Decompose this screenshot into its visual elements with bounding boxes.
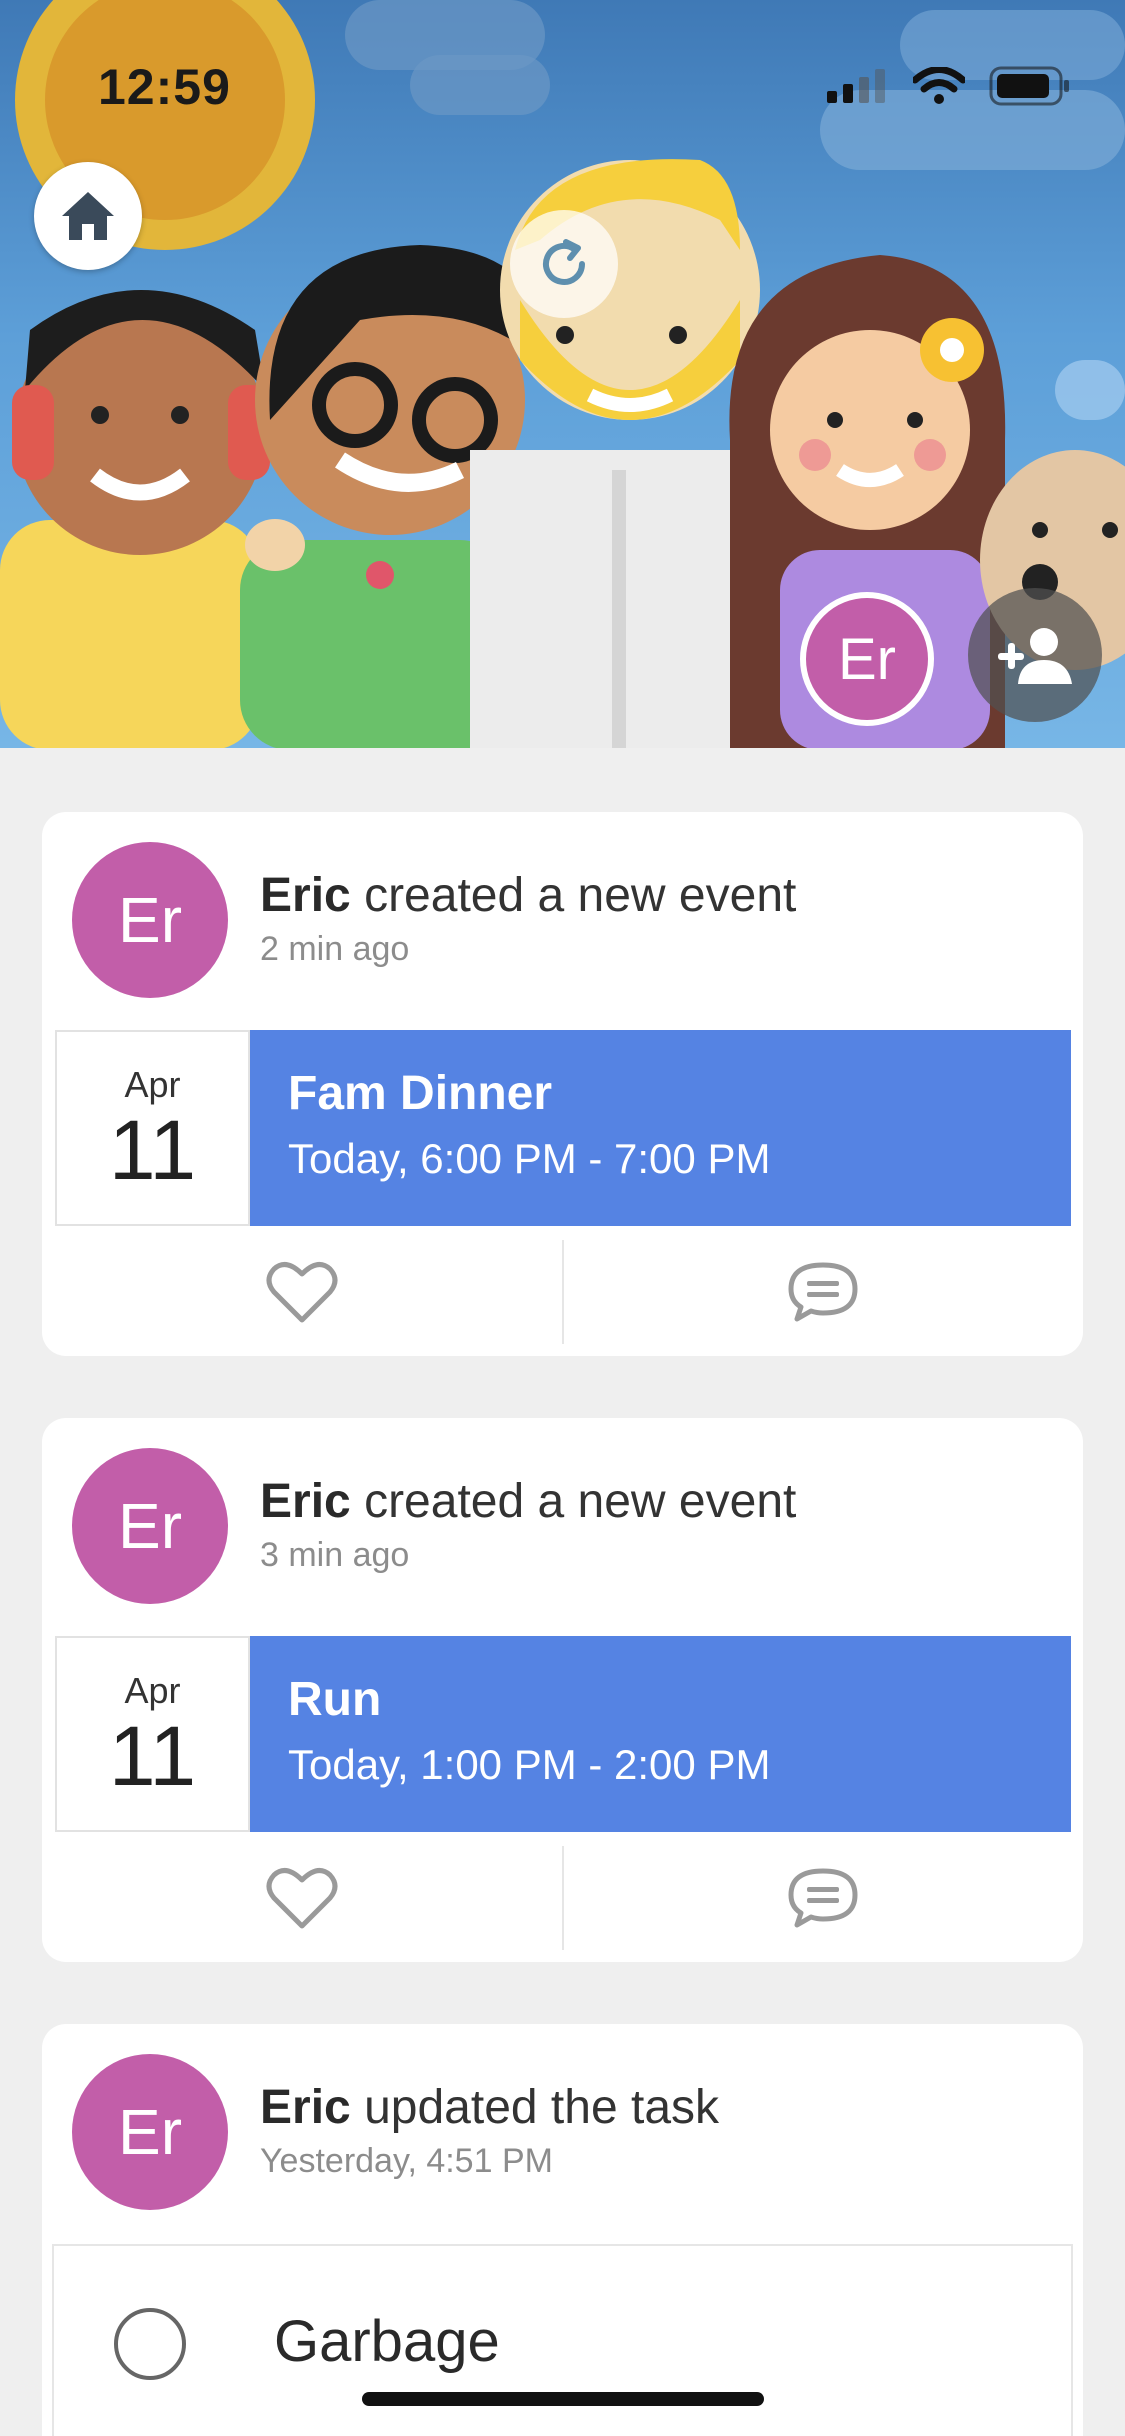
heart-icon — [266, 1868, 338, 1929]
event-time: Today, 6:00 PM - 7:00 PM — [288, 1135, 771, 1182]
event-day: 11 — [108, 1709, 197, 1803]
actor-name[interactable]: Eric — [260, 2081, 351, 2134]
task-checkbox[interactable] — [114, 2308, 186, 2380]
status-time: 12:59 — [98, 59, 231, 115]
activity-time: 2 min ago — [260, 930, 410, 968]
member-avatar[interactable]: Er — [800, 592, 934, 726]
status-icons — [827, 66, 1071, 106]
avatar[interactable]: Er — [72, 842, 228, 998]
event-month: Apr — [124, 1064, 181, 1105]
refresh-button[interactable] — [510, 210, 618, 318]
activity-time: Yesterday, 4:51 PM — [260, 2142, 553, 2180]
avatar[interactable]: Er — [72, 1448, 228, 1604]
home-indicator — [362, 2392, 764, 2406]
event-row[interactable]: Apr 11 Fam Dinner Today, 6:00 PM - 7:00 … — [55, 1030, 1071, 1226]
feed-card[interactable]: Er Eric created a new event 3 min ago Ap… — [42, 1418, 1083, 1962]
actor-name[interactable]: Eric — [260, 1475, 351, 1528]
activity-headline: Eric created a new event — [260, 1474, 796, 1529]
actor-name[interactable]: Eric — [260, 869, 351, 922]
event-block[interactable]: Run Today, 1:00 PM - 2:00 PM — [250, 1636, 1071, 1832]
event-block[interactable]: Fam Dinner Today, 6:00 PM - 7:00 PM — [250, 1030, 1071, 1226]
heart-icon — [266, 1262, 338, 1323]
battery-icon — [989, 66, 1069, 106]
signal-icon — [827, 69, 885, 103]
event-date: Apr 11 — [55, 1030, 250, 1226]
event-time: Today, 1:00 PM - 2:00 PM — [288, 1741, 771, 1788]
refresh-icon — [543, 239, 585, 285]
add-person-icon — [998, 628, 1072, 684]
event-title: Run — [288, 1673, 382, 1726]
event-title: Fam Dinner — [288, 1067, 553, 1120]
card-actions — [42, 1846, 1083, 1950]
family-banner: 12:59 Er — [0, 0, 1125, 748]
event-day: 11 — [108, 1103, 197, 1197]
activity-time: 3 min ago — [260, 1536, 410, 1574]
activity-headline: Eric created a new event — [260, 868, 796, 923]
activity-action: updated the task — [350, 2081, 720, 2134]
event-month: Apr — [124, 1670, 181, 1711]
comment-icon — [788, 1868, 858, 1928]
like-button[interactable] — [42, 1240, 562, 1344]
wifi-icon — [913, 67, 965, 104]
add-member-button[interactable] — [968, 588, 1102, 722]
comment-button[interactable] — [564, 1240, 1084, 1344]
home-button[interactable] — [34, 162, 142, 270]
event-date: Apr 11 — [55, 1636, 250, 1832]
activity-action: created a new event — [350, 1475, 797, 1528]
feed-card[interactable]: Er Eric created a new event 2 min ago Ap… — [42, 812, 1083, 1356]
home-icon — [62, 192, 114, 240]
avatar[interactable]: Er — [72, 2054, 228, 2210]
activity-headline: Eric updated the task — [260, 2080, 719, 2135]
card-actions — [42, 1240, 1083, 1344]
like-button[interactable] — [42, 1846, 562, 1950]
activity-action: created a new event — [350, 869, 797, 922]
feed-card[interactable]: Er Eric updated the task Yesterday, 4:51… — [42, 2024, 1083, 2436]
task-item[interactable]: Garbage — [52, 2244, 1073, 2436]
event-row[interactable]: Apr 11 Run Today, 1:00 PM - 2:00 PM — [55, 1636, 1071, 1832]
comment-button[interactable] — [564, 1846, 1084, 1950]
comment-icon — [788, 1262, 858, 1322]
task-name: Garbage — [274, 2309, 500, 2374]
